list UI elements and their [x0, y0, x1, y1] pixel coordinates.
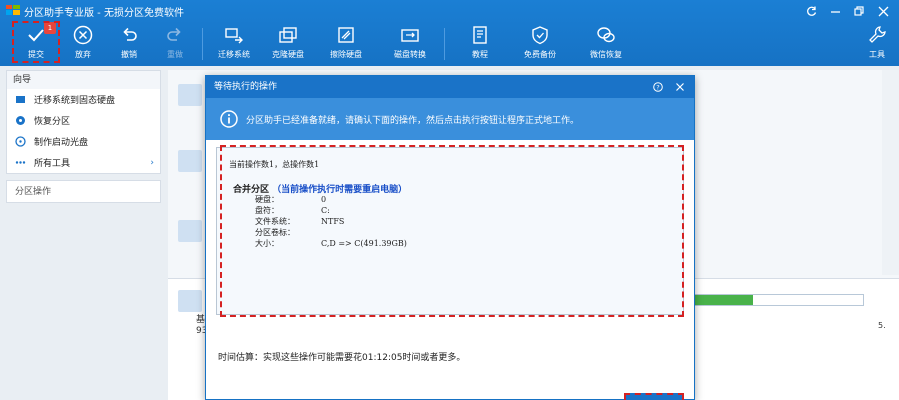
svg-text:?: ?: [656, 84, 659, 92]
wechat-icon: [597, 27, 615, 43]
wipe-disk-icon: [338, 27, 354, 43]
redo-button[interactable]: 重做: [158, 22, 192, 64]
clone-disk-button[interactable]: 克隆硬盘: [268, 22, 308, 64]
sidebar-item-label: 迁移系统到固态硬盘: [34, 96, 116, 106]
vertical-scrollbar[interactable]: [882, 70, 899, 275]
disc-icon: [15, 136, 26, 147]
sidebar-item-boot-disc[interactable]: 制作启动光盘: [7, 131, 160, 152]
wizard-header: 向导: [7, 71, 160, 89]
recover-icon: [16, 116, 25, 125]
convert-disk-label: 磁盘转换: [394, 50, 426, 59]
left-sidebar: 向导 迁移系统到固态硬盘 恢复分区 制作启动光盘 所有工具 › 分区操作: [6, 70, 161, 400]
partition-usage-bar[interactable]: [688, 294, 864, 306]
operations-highlight-box: [220, 145, 684, 317]
commit-highlight-box: [12, 21, 60, 63]
partition-ops-header: 分区操作: [6, 180, 161, 203]
ssd-icon: [16, 96, 25, 103]
time-estimate: 时间估算：实现这些操作可能需要花01:12:05时间或者更多。: [218, 353, 466, 363]
tutorial-button[interactable]: 教程: [460, 22, 500, 64]
wechat-recovery-button[interactable]: 微信恢复: [584, 22, 628, 64]
migrate-os-icon: [225, 28, 243, 44]
wizard-panel: 向导 迁移系统到固态硬盘 恢复分区 制作启动光盘 所有工具 ›: [6, 70, 161, 174]
close-icon[interactable]: [871, 2, 895, 20]
legend-text: 5.: [878, 321, 886, 330]
tools-button[interactable]: 工具: [862, 22, 892, 64]
toolbar-divider: [202, 28, 203, 60]
tools-label: 工具: [869, 50, 885, 59]
tutorial-book-icon: [473, 26, 487, 44]
wechat-recovery-label: 微信恢复: [590, 50, 622, 59]
dialog-close-icon[interactable]: [672, 76, 688, 98]
migrate-os-label: 迁移系统: [218, 50, 250, 59]
cancel-circle-icon: [73, 25, 93, 45]
dialog-title: 等待执行的操作: [214, 82, 278, 92]
wipe-disk-button[interactable]: 擦除硬盘: [326, 22, 366, 64]
window-controls: [799, 2, 895, 20]
disk-icon: [178, 150, 202, 172]
chevron-right-icon: ›: [150, 157, 154, 168]
refresh-icon[interactable]: [799, 2, 823, 20]
disk-icon: [178, 84, 202, 106]
sidebar-item-migrate-ssd[interactable]: 迁移系统到固态硬盘: [7, 89, 160, 110]
undo-button[interactable]: 撤销: [112, 22, 146, 64]
title-toolbar-bar: 分区助手专业版 - 无损分区免费软件 提交 1 放弃 撤销 重做 迁移系统 克隆…: [0, 0, 899, 66]
help-icon[interactable]: ?: [650, 76, 666, 98]
wrench-icon: [869, 26, 886, 43]
migrate-os-button[interactable]: 迁移系统: [214, 22, 254, 64]
free-backup-button[interactable]: 免费备份: [518, 22, 562, 64]
main-toolbar: 提交 1 放弃 撤销 重做 迁移系统 克隆硬盘 擦除硬盘 磁盘转换 教程 免费备…: [0, 20, 899, 66]
info-icon: [220, 110, 238, 128]
app-title: 分区助手专业版 - 无损分区免费软件: [24, 8, 184, 19]
toolbar-divider: [444, 28, 445, 60]
convert-disk-icon: [401, 29, 419, 42]
partition-usage-fill: [689, 295, 754, 305]
free-backup-label: 免费备份: [524, 50, 556, 59]
tutorial-label: 教程: [472, 50, 488, 59]
disk-icon: [178, 290, 202, 312]
clone-disk-label: 克隆硬盘: [272, 50, 304, 59]
dialog-title-bar: 等待执行的操作 ?: [206, 76, 694, 98]
sidebar-item-label: 恢复分区: [34, 117, 71, 127]
backup-shield-icon: [532, 26, 548, 45]
minimize-icon[interactable]: [823, 2, 847, 20]
disk-type-label: 基: [196, 315, 206, 325]
clone-disk-icon: [279, 27, 297, 43]
app-logo-icon: [6, 5, 20, 15]
wipe-disk-label: 擦除硬盘: [330, 50, 362, 59]
redo-icon: [167, 27, 181, 41]
sidebar-item-all-tools[interactable]: 所有工具 ›: [7, 152, 160, 173]
sidebar-item-recover-partition[interactable]: 恢复分区: [7, 110, 160, 131]
undo-icon: [123, 27, 137, 41]
discard-button[interactable]: 放弃: [66, 22, 100, 64]
redo-label: 重做: [167, 50, 183, 59]
info-text: 分区助手已经准备就绪，请确认下面的操作，然后点击执行按钮让程序正式地工作。: [246, 115, 580, 126]
pending-operations-dialog: 等待执行的操作 ? 分区助手已经准备就绪，请确认下面的操作，然后点击执行按钮让程…: [205, 75, 695, 400]
sidebar-item-label: 所有工具: [34, 159, 71, 169]
disk-icon: [178, 220, 202, 242]
sidebar-item-label: 制作启动光盘: [34, 138, 89, 148]
more-dots-icon: [15, 161, 26, 164]
discard-label: 放弃: [75, 50, 91, 59]
info-banner: 分区助手已经准备就绪，请确认下面的操作，然后点击执行按钮让程序正式地工作。: [206, 98, 694, 140]
restore-icon[interactable]: [847, 2, 871, 20]
undo-label: 撤销: [121, 50, 137, 59]
convert-disk-button[interactable]: 磁盘转换: [390, 22, 430, 64]
execute-button[interactable]: [624, 393, 684, 400]
